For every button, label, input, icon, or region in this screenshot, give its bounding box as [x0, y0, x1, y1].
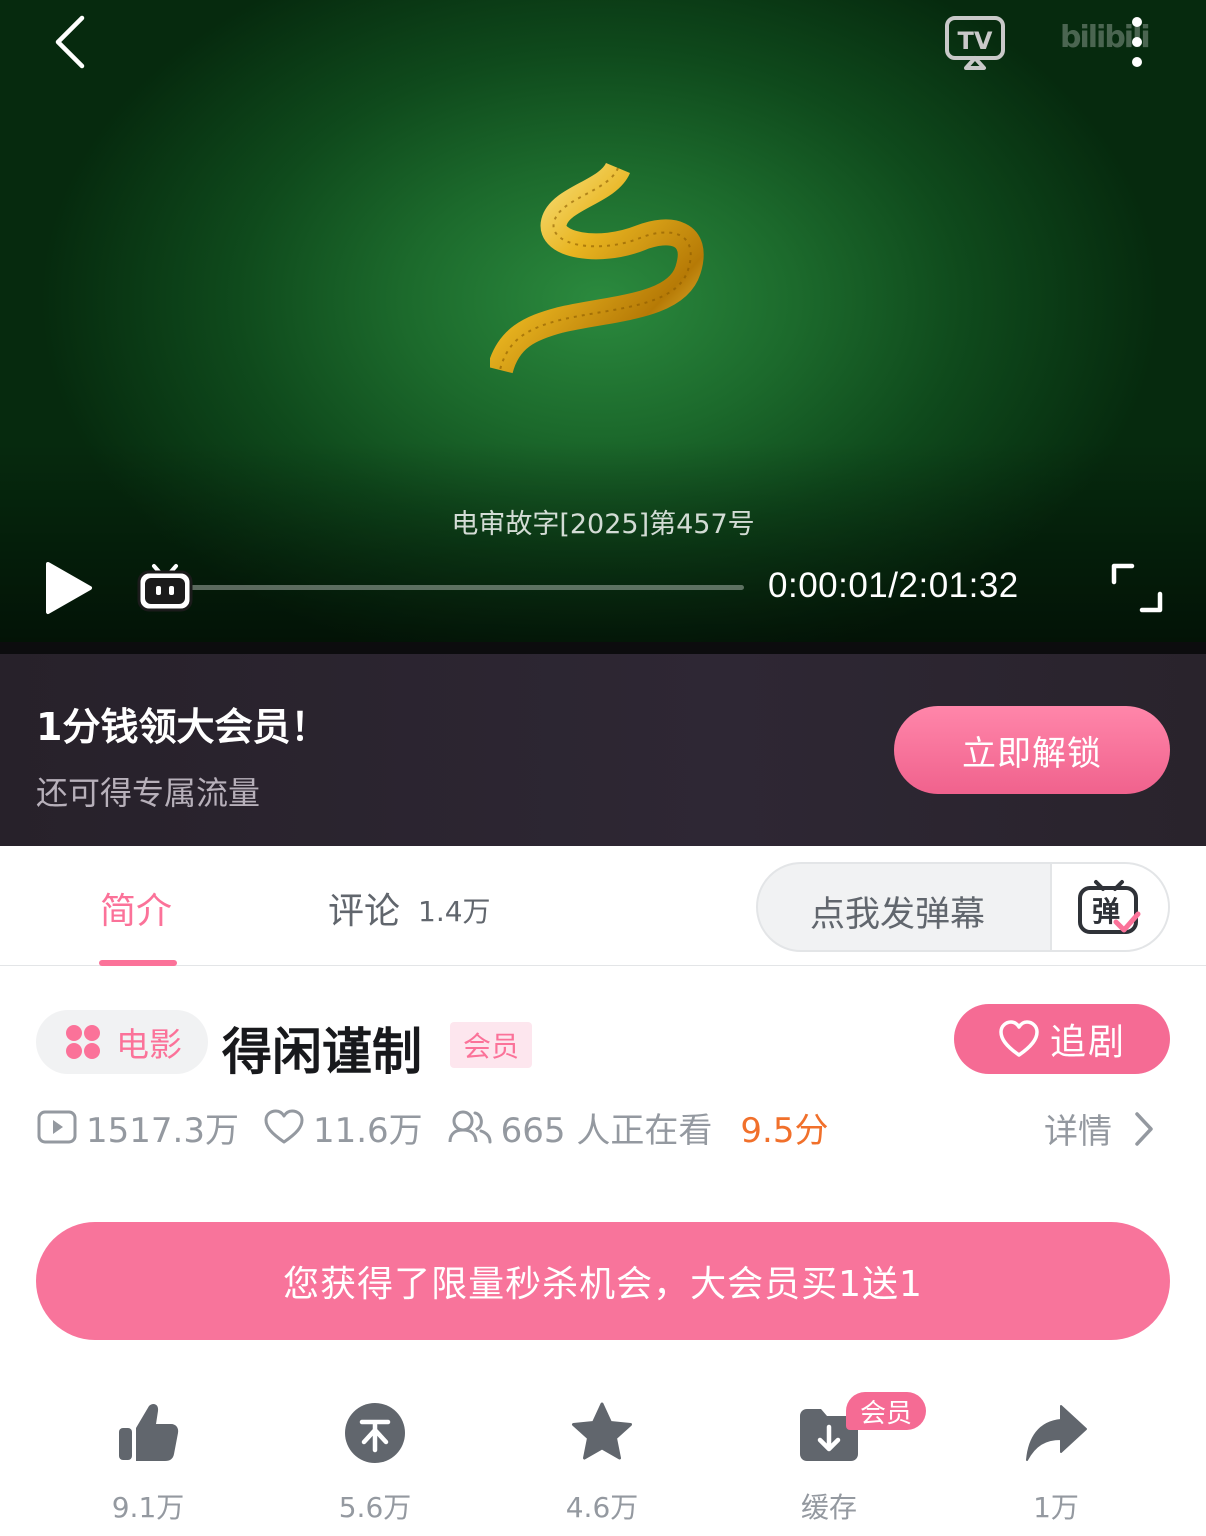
film-ribbon-logo: [490, 162, 704, 374]
comments-count[interactable]: 1.4万: [418, 890, 491, 930]
follow-label: 追剧: [1049, 1022, 1126, 1063]
certification-text: 电审故字[2025]第457号: [451, 509, 755, 540]
like-action[interactable]: 9.1万: [78, 1400, 218, 1530]
tab-comments[interactable]: 评论: [328, 882, 400, 934]
share-action[interactable]: 1万: [986, 1400, 1126, 1530]
danmaku-placeholder[interactable]: 点我发弹幕: [810, 886, 985, 937]
danmaku-toggle-button[interactable]: 弹: [1050, 864, 1168, 950]
video-title: 得闲谨制: [222, 1023, 422, 1081]
more-icon[interactable]: [1122, 14, 1152, 70]
tab-intro[interactable]: 简介: [100, 882, 172, 934]
video-player[interactable]: TV bilibili 电审故字[2025]第457号 0:00:01/2:01…: [0, 0, 1206, 642]
download-vip-badge: 会员: [846, 1392, 926, 1430]
back-icon[interactable]: [44, 12, 104, 72]
favorite-action-count: 4.6万: [565, 1491, 639, 1524]
danmaku-toggle-icon: 弹: [1078, 880, 1141, 934]
category-label: 电影: [116, 1025, 182, 1064]
flash-sale-promo-button[interactable]: 您获得了限量秒杀机会，大会员买1送1: [36, 1222, 1170, 1340]
progress-thumb-tv-icon[interactable]: [134, 558, 196, 616]
category-icon: [66, 1025, 100, 1059]
vip-banner-title: 1分钱领大会员！: [36, 705, 329, 749]
follow-series-button[interactable]: 追剧: [954, 1004, 1170, 1074]
watching-count-text: 665 人正在看: [500, 1110, 713, 1151]
tv-cast-icon[interactable]: TV: [944, 14, 1006, 72]
danmaku-input[interactable]: 点我发弹幕 弹: [756, 862, 1170, 952]
play-count-icon: [37, 1110, 77, 1144]
detail-link[interactable]: 详情: [1044, 1104, 1154, 1153]
coin-icon: [345, 1403, 405, 1463]
detail-label: 详情: [1044, 1112, 1112, 1152]
member-tag: 会员: [450, 1022, 532, 1068]
play-count-text: 1517.3万: [86, 1110, 239, 1151]
share-action-count: 1万: [1033, 1491, 1079, 1524]
play-count: 1517.3万: [36, 1103, 239, 1152]
like-action-count: 9.1万: [111, 1491, 185, 1524]
heart-outline-icon: [264, 1109, 304, 1144]
rating-score: 9.5分: [740, 1110, 829, 1151]
viewers-icon: [448, 1110, 492, 1144]
download-action-label: 缓存: [800, 1491, 857, 1524]
share-arrow-icon: [1026, 1405, 1087, 1461]
stats-row: 1517.3万 11.6万 665 人正在看 9.5分: [36, 1102, 828, 1152]
fullscreen-icon[interactable]: [1108, 560, 1166, 616]
like-count: 11.6万: [263, 1103, 423, 1152]
tab-active-indicator: [99, 960, 177, 966]
chevron-right-icon: [1135, 1111, 1153, 1146]
thumbs-up-icon: [119, 1403, 179, 1461]
unlock-button[interactable]: 立即解锁: [894, 706, 1170, 794]
play-icon[interactable]: [40, 560, 96, 616]
player-divider: [0, 642, 1206, 654]
coin-action[interactable]: 5.6万: [305, 1400, 445, 1530]
svg-text:TV: TV: [958, 27, 993, 55]
coin-action-count: 5.6万: [338, 1491, 412, 1524]
like-count-text: 11.6万: [312, 1110, 423, 1151]
progress-bar[interactable]: [180, 585, 744, 590]
favorite-action[interactable]: 4.6万: [532, 1400, 672, 1530]
vip-banner-subtitle: 还可得专属流量: [36, 774, 261, 812]
time-display: 0:00:01/2:01:32: [768, 566, 1019, 605]
star-icon: [572, 1402, 632, 1460]
watching-count: 665 人正在看: [447, 1103, 713, 1152]
category-badge[interactable]: 电影: [36, 1010, 208, 1074]
heart-icon: [999, 1020, 1039, 1057]
